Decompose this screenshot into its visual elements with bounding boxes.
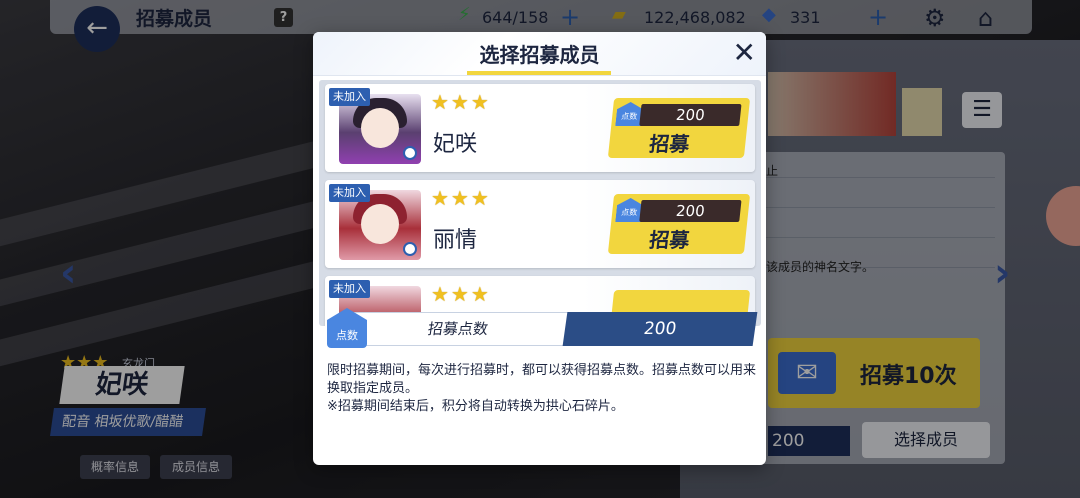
member-name: 丽情: [433, 228, 478, 253]
member-card[interactable]: 未加入 ★★★ 妃咲 点数 200 招募: [325, 84, 755, 172]
recruit-points-row: 招募点数 200 点数: [327, 308, 758, 348]
not-joined-badge: 未加入: [329, 280, 370, 298]
description-line: 限时招募期间，每次进行招募时，都可以获得招募点数。招募点数可以用来换取指定成员。: [327, 363, 757, 396]
member-list[interactable]: 未加入 ★★★ 妃咲 点数 200 招募 未加入 ★★★ 丽情 点数 200 招: [319, 80, 761, 326]
member-stars: ★★★: [431, 90, 491, 114]
member-stars: ★★★: [431, 186, 491, 210]
member-card[interactable]: 未加入 ★★★ 丽情 点数 200 招募: [325, 180, 755, 268]
description-line: ※招募期间结束后，积分将自动转换为拱心石碎片。: [327, 399, 624, 414]
not-joined-badge: 未加入: [329, 88, 370, 106]
recruit-button-label: 招募: [648, 132, 691, 156]
recruit-button[interactable]: 点数 200 招募: [607, 98, 751, 158]
select-member-dialog: 选择招募成员 ✕ 未加入 ★★★ 妃咲 点数 200 招募 未加入 ★★★ 丽情…: [313, 32, 766, 465]
title-underline: [467, 71, 611, 75]
not-joined-badge: 未加入: [329, 184, 370, 202]
dialog-description: 限时招募期间，每次进行招募时，都可以获得招募点数。招募点数可以用来换取指定成员。…: [327, 362, 759, 416]
recruit-points-label: 招募点数: [344, 312, 572, 346]
recruit-cost: 200: [639, 200, 742, 222]
member-stars: ★★★: [431, 282, 491, 306]
recruit-button-label: 招募: [648, 228, 691, 252]
recruit-points-value: 200: [562, 312, 758, 346]
recruit-button[interactable]: 点数 200 招募: [607, 194, 751, 254]
dialog-header: 选择招募成员 ✕: [313, 32, 766, 76]
recruit-cost: 200: [639, 104, 742, 126]
member-name: 妃咲: [433, 132, 478, 157]
close-icon[interactable]: ✕: [733, 38, 756, 68]
dialog-title: 选择招募成员: [479, 43, 600, 67]
